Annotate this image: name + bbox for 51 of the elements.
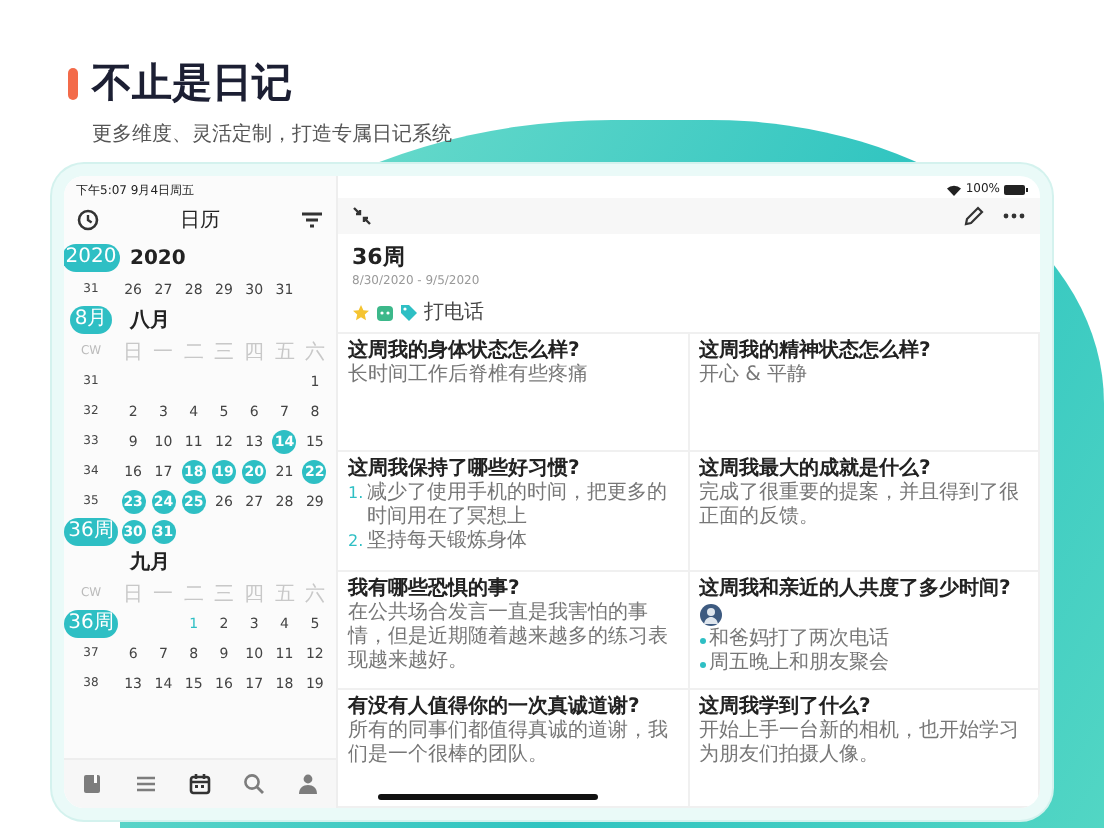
accent-bar bbox=[68, 67, 78, 99]
question-text: 我有哪些恐惧的事? bbox=[348, 577, 522, 601]
month-badge: 8月 bbox=[70, 306, 112, 334]
search-icon[interactable] bbox=[242, 772, 267, 796]
list-icon[interactable] bbox=[133, 772, 158, 796]
book-icon[interactable] bbox=[79, 772, 104, 796]
answer-text: 开始上手一台新的相机，也开始学习为朋友们拍摄人像。 bbox=[699, 719, 1021, 768]
question-text: 这周我保持了哪些好习惯? bbox=[348, 458, 582, 481]
question-text: 这周我的身体状态怎么样? bbox=[348, 340, 582, 363]
question-text: 这周我的精神状态怎么样? bbox=[699, 340, 933, 363]
week-title: 36周 bbox=[352, 242, 407, 272]
answer-text: 所有的同事们都值得真诚的道谢，我们是一个很棒的团队。 bbox=[348, 719, 670, 768]
year-label: 2020 bbox=[128, 247, 188, 269]
question-text: 这周我最大的成就是什么? bbox=[699, 458, 933, 481]
subheadline: 更多维度、灵活定制，打造专属日记系统 bbox=[90, 121, 454, 148]
list-number: 1. bbox=[348, 482, 364, 507]
answer-text: 在公共场合发言一直是我害怕的事情，但是近期随着越来越多的练习表现越来越好。 bbox=[348, 601, 670, 673]
list-number: 2. bbox=[348, 530, 364, 555]
answer-text: 完成了很重要的提案，并且得到了很正面的反馈。 bbox=[699, 482, 1021, 531]
tag-label: 打电话 bbox=[424, 299, 484, 326]
month-name: 九月 bbox=[127, 549, 172, 576]
list-item-text: 和爸妈打了两次电话 bbox=[709, 627, 889, 651]
month-name: 八月 bbox=[127, 307, 172, 334]
list-item-text: 减少了使用手机的时间，把更多的时间用在了冥想上 bbox=[367, 482, 670, 529]
answer-text: 长时间工作后脊椎有些疼痛 bbox=[348, 364, 590, 388]
star-icon bbox=[352, 303, 370, 321]
battery-icon bbox=[1004, 183, 1028, 195]
avatar-icon bbox=[699, 603, 721, 625]
answer-text: 开心 & 平静 bbox=[699, 364, 810, 388]
question-text: 有没有人值得你的一次真诚道谢? bbox=[348, 695, 642, 719]
history-icon[interactable] bbox=[76, 208, 100, 232]
week-badge: 36周 bbox=[64, 517, 118, 545]
bullet-icon bbox=[699, 661, 705, 667]
question-text: 这周我学到了什么? bbox=[699, 695, 873, 719]
week-badge: 36周 bbox=[64, 609, 118, 637]
person-icon[interactable] bbox=[296, 772, 321, 796]
list-item-text: 坚持每天锻炼身体 bbox=[367, 530, 528, 555]
headline: 不止是日记 bbox=[92, 56, 292, 110]
year-badge: 2020 bbox=[64, 244, 121, 272]
question-text: 这周我和亲近的人共度了多少时间? bbox=[699, 577, 1013, 601]
tag-icon bbox=[400, 303, 418, 321]
collapse-icon[interactable] bbox=[352, 206, 372, 226]
pencil-icon[interactable] bbox=[962, 205, 984, 227]
calendar-icon[interactable] bbox=[187, 772, 212, 796]
wifi-icon bbox=[945, 183, 962, 195]
sidebar-title: 日历 bbox=[180, 208, 220, 234]
more-icon[interactable] bbox=[1002, 212, 1026, 220]
bullet-icon bbox=[699, 637, 705, 643]
list-item-text: 周五晚上和朋友聚会 bbox=[709, 651, 889, 675]
filter-icon[interactable] bbox=[300, 208, 324, 232]
mood-icon bbox=[376, 303, 394, 321]
